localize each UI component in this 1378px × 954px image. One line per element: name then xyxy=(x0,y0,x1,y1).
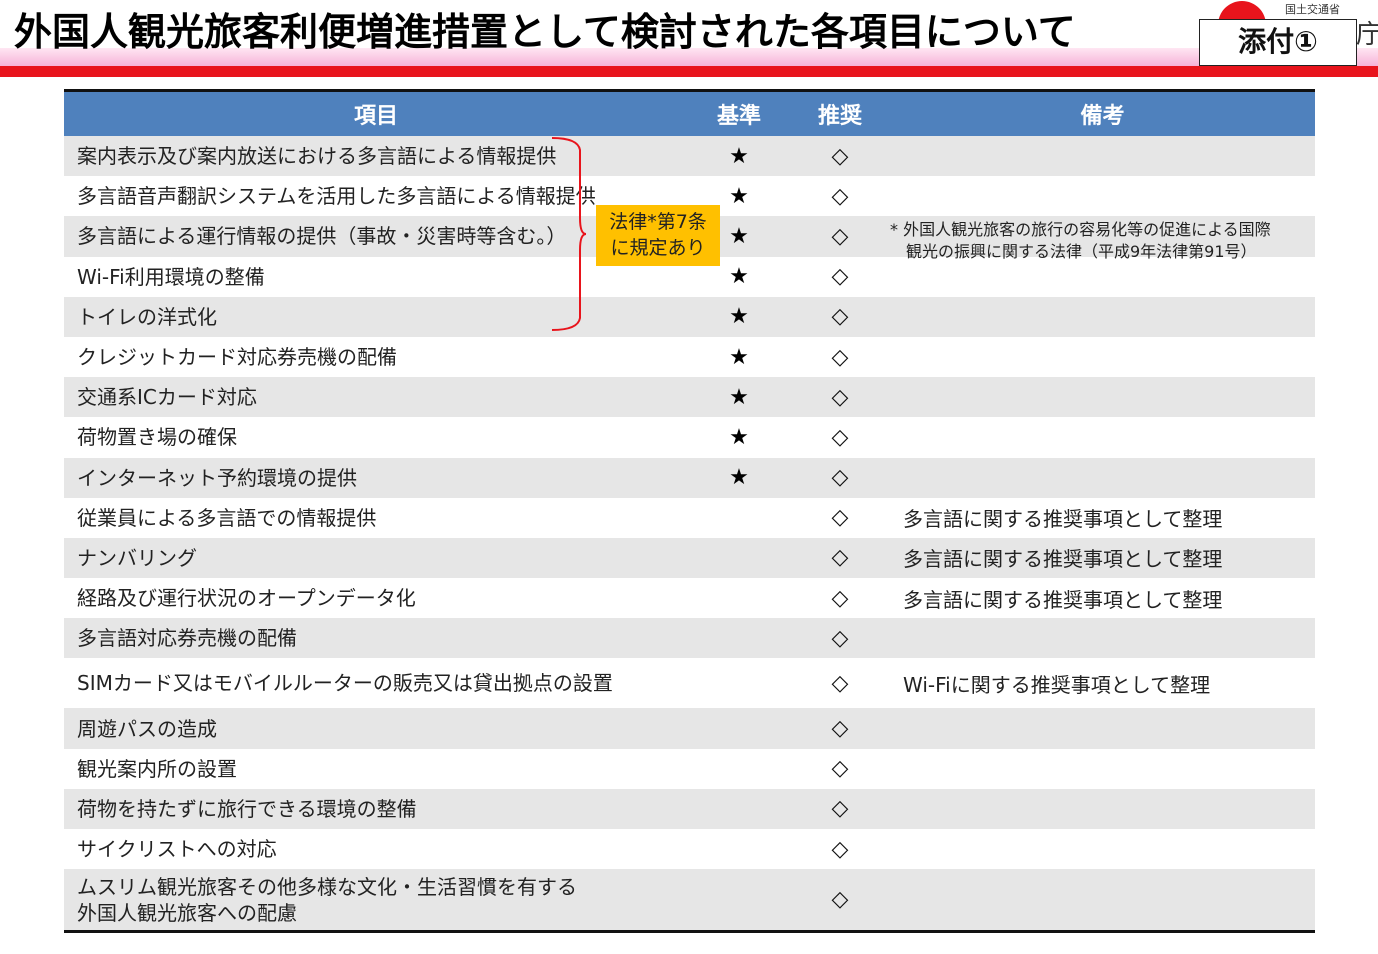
header-biko: 備考 xyxy=(1080,104,1125,129)
law-badge-line: 法律*第7条 xyxy=(609,211,707,233)
diamond-icon: ◇ xyxy=(831,887,849,913)
diamond-icon: ◇ xyxy=(831,796,849,822)
header-kijun: 基準 xyxy=(716,104,761,129)
star-icon: ★ xyxy=(729,304,749,330)
diamond-icon: ◇ xyxy=(831,716,849,742)
row-note: 多言語に関する推奨事項として整理 xyxy=(903,547,1223,572)
bracket-icon xyxy=(551,137,587,331)
law-footnote-line: 観光の振興に関する法律（平成9年法律第91号） xyxy=(906,242,1257,261)
row-item-line: ムスリム観光旅客その他多様な文化・生活習慣を有する xyxy=(77,874,577,899)
row-item: 周遊パスの造成 xyxy=(77,716,217,741)
row-item: インターネット予約環境の提供 xyxy=(77,465,357,490)
row-item: 従業員による多言語での情報提供 xyxy=(77,505,377,530)
diamond-icon: ◇ xyxy=(831,223,849,249)
attachment-label: 添付① xyxy=(1199,19,1357,66)
row-item: 経路及び運行状況のオープンデータ化 xyxy=(77,586,416,611)
diamond-icon: ◇ xyxy=(831,384,849,410)
row-item: サイクリストへの対応 xyxy=(77,837,277,862)
diamond-icon: ◇ xyxy=(831,183,849,209)
row-item: 多言語による運行情報の提供（事故・災害時等含む。） xyxy=(77,224,567,249)
table-row: トイレの洋式化 ★ ◇ xyxy=(64,296,1315,337)
row-item: Wi-Fi利用環境の整備 xyxy=(77,264,265,289)
law-footnote-line: * 外国人観光旅客の旅行の容易化等の促進による国際 xyxy=(890,220,1271,239)
table-row: 従業員による多言語での情報提供 ◇ 多言語に関する推奨事項として整理 xyxy=(64,498,1315,538)
table-row: 案内表示及び案内放送における多言語による情報提供 ★ ◇ xyxy=(64,136,1315,177)
diamond-icon: ◇ xyxy=(831,585,849,611)
logo-text-fragment: 庁 xyxy=(1356,20,1378,50)
star-icon: ★ xyxy=(729,424,749,450)
table-row: 経路及び運行状況のオープンデータ化 ◇ 多言語に関する推奨事項として整理 xyxy=(64,578,1315,618)
row-item: 交通系ICカード対応 xyxy=(77,385,257,410)
diamond-icon: ◇ xyxy=(831,505,849,531)
diamond-icon: ◇ xyxy=(831,465,849,491)
header-item: 項目 xyxy=(353,104,398,129)
table-row: サイクリストへの対応 ◇ xyxy=(64,829,1315,869)
diamond-icon: ◇ xyxy=(831,545,849,571)
row-item: ナンバリング xyxy=(77,545,197,570)
row-item: トイレの洋式化 xyxy=(77,304,217,329)
table-row: 交通系ICカード対応 ★ ◇ xyxy=(64,377,1315,418)
diamond-icon: ◇ xyxy=(831,344,849,370)
row-note: Wi-Fiに関する推奨事項として整理 xyxy=(903,672,1211,697)
table-row: ムスリム観光旅客その他多様な文化・生活習慣を有する 外国人観光旅客への配慮 ◇ xyxy=(64,869,1315,931)
diamond-icon: ◇ xyxy=(831,625,849,651)
title-red-band xyxy=(0,66,1378,77)
diamond-icon: ◇ xyxy=(831,264,849,290)
table-header-row: 項目 基準 推奨 備考 xyxy=(64,92,1315,136)
row-item: ムスリム観光旅客その他多様な文化・生活習慣を有する 外国人観光旅客への配慮 xyxy=(64,874,688,926)
page-title: 外国人観光旅客利便増進措置として検討された各項目について xyxy=(14,10,1076,54)
row-item: 多言語対応券売機の配備 xyxy=(77,626,297,651)
row-item-line: 外国人観光旅客への配慮 xyxy=(77,900,297,925)
row-item: 案内表示及び案内放送における多言語による情報提供 xyxy=(77,144,557,169)
row-note: 多言語に関する推奨事項として整理 xyxy=(903,587,1223,612)
star-icon: ★ xyxy=(729,384,749,410)
row-item: SIMカード又はモバイルルーターの販売又は貸出拠点の設置 xyxy=(77,671,613,696)
star-icon: ★ xyxy=(729,143,749,169)
law-badge-line: に規定あり xyxy=(610,237,706,259)
diamond-icon: ◇ xyxy=(831,756,849,782)
row-item: クレジットカード対応券売機の配備 xyxy=(77,345,397,370)
law-badge: 法律*第7条 に規定あり xyxy=(596,205,720,266)
table-row: 観光案内所の設置 ◇ xyxy=(64,749,1315,789)
diamond-icon: ◇ xyxy=(831,304,849,330)
row-item: 荷物を持たずに旅行できる環境の整備 xyxy=(77,796,417,821)
table-row: ナンバリング ◇ 多言語に関する推奨事項として整理 xyxy=(64,537,1315,579)
diamond-icon: ◇ xyxy=(831,143,849,169)
diamond-icon: ◇ xyxy=(831,424,849,450)
logo-caption: 国土交通省 xyxy=(1285,3,1340,16)
diamond-icon: ◇ xyxy=(831,670,849,696)
star-icon: ★ xyxy=(729,264,749,290)
table-row: インターネット予約環境の提供 ★ ◇ xyxy=(64,457,1315,498)
diamond-icon: ◇ xyxy=(831,836,849,862)
table-row: 多言語対応券売機の配備 ◇ xyxy=(64,618,1315,659)
star-icon: ★ xyxy=(729,344,749,370)
row-note: 多言語に関する推奨事項として整理 xyxy=(903,507,1223,532)
table-row: 荷物を持たずに旅行できる環境の整備 ◇ xyxy=(64,788,1315,829)
row-item: 多言語音声翻訳システムを活用した多言語による情報提供 xyxy=(77,184,596,209)
row-item: 荷物置き場の確保 xyxy=(77,425,237,450)
table-row: 荷物置き場の確保 ★ ◇ xyxy=(64,417,1315,457)
star-icon: ★ xyxy=(729,465,749,491)
law-footnote: * 外国人観光旅客の旅行の容易化等の促進による国際 観光の振興に関する法律（平成… xyxy=(890,219,1310,263)
table-row: クレジットカード対応券売機の配備 ★ ◇ xyxy=(64,337,1315,377)
row-item: 観光案内所の設置 xyxy=(77,756,237,781)
table-row: 周遊パスの造成 ◇ xyxy=(64,708,1315,749)
header-suisho: 推奨 xyxy=(817,104,862,129)
table-row: SIMカード又はモバイルルーターの販売又は貸出拠点の設置 ◇ Wi-Fiに関する… xyxy=(64,658,1315,708)
